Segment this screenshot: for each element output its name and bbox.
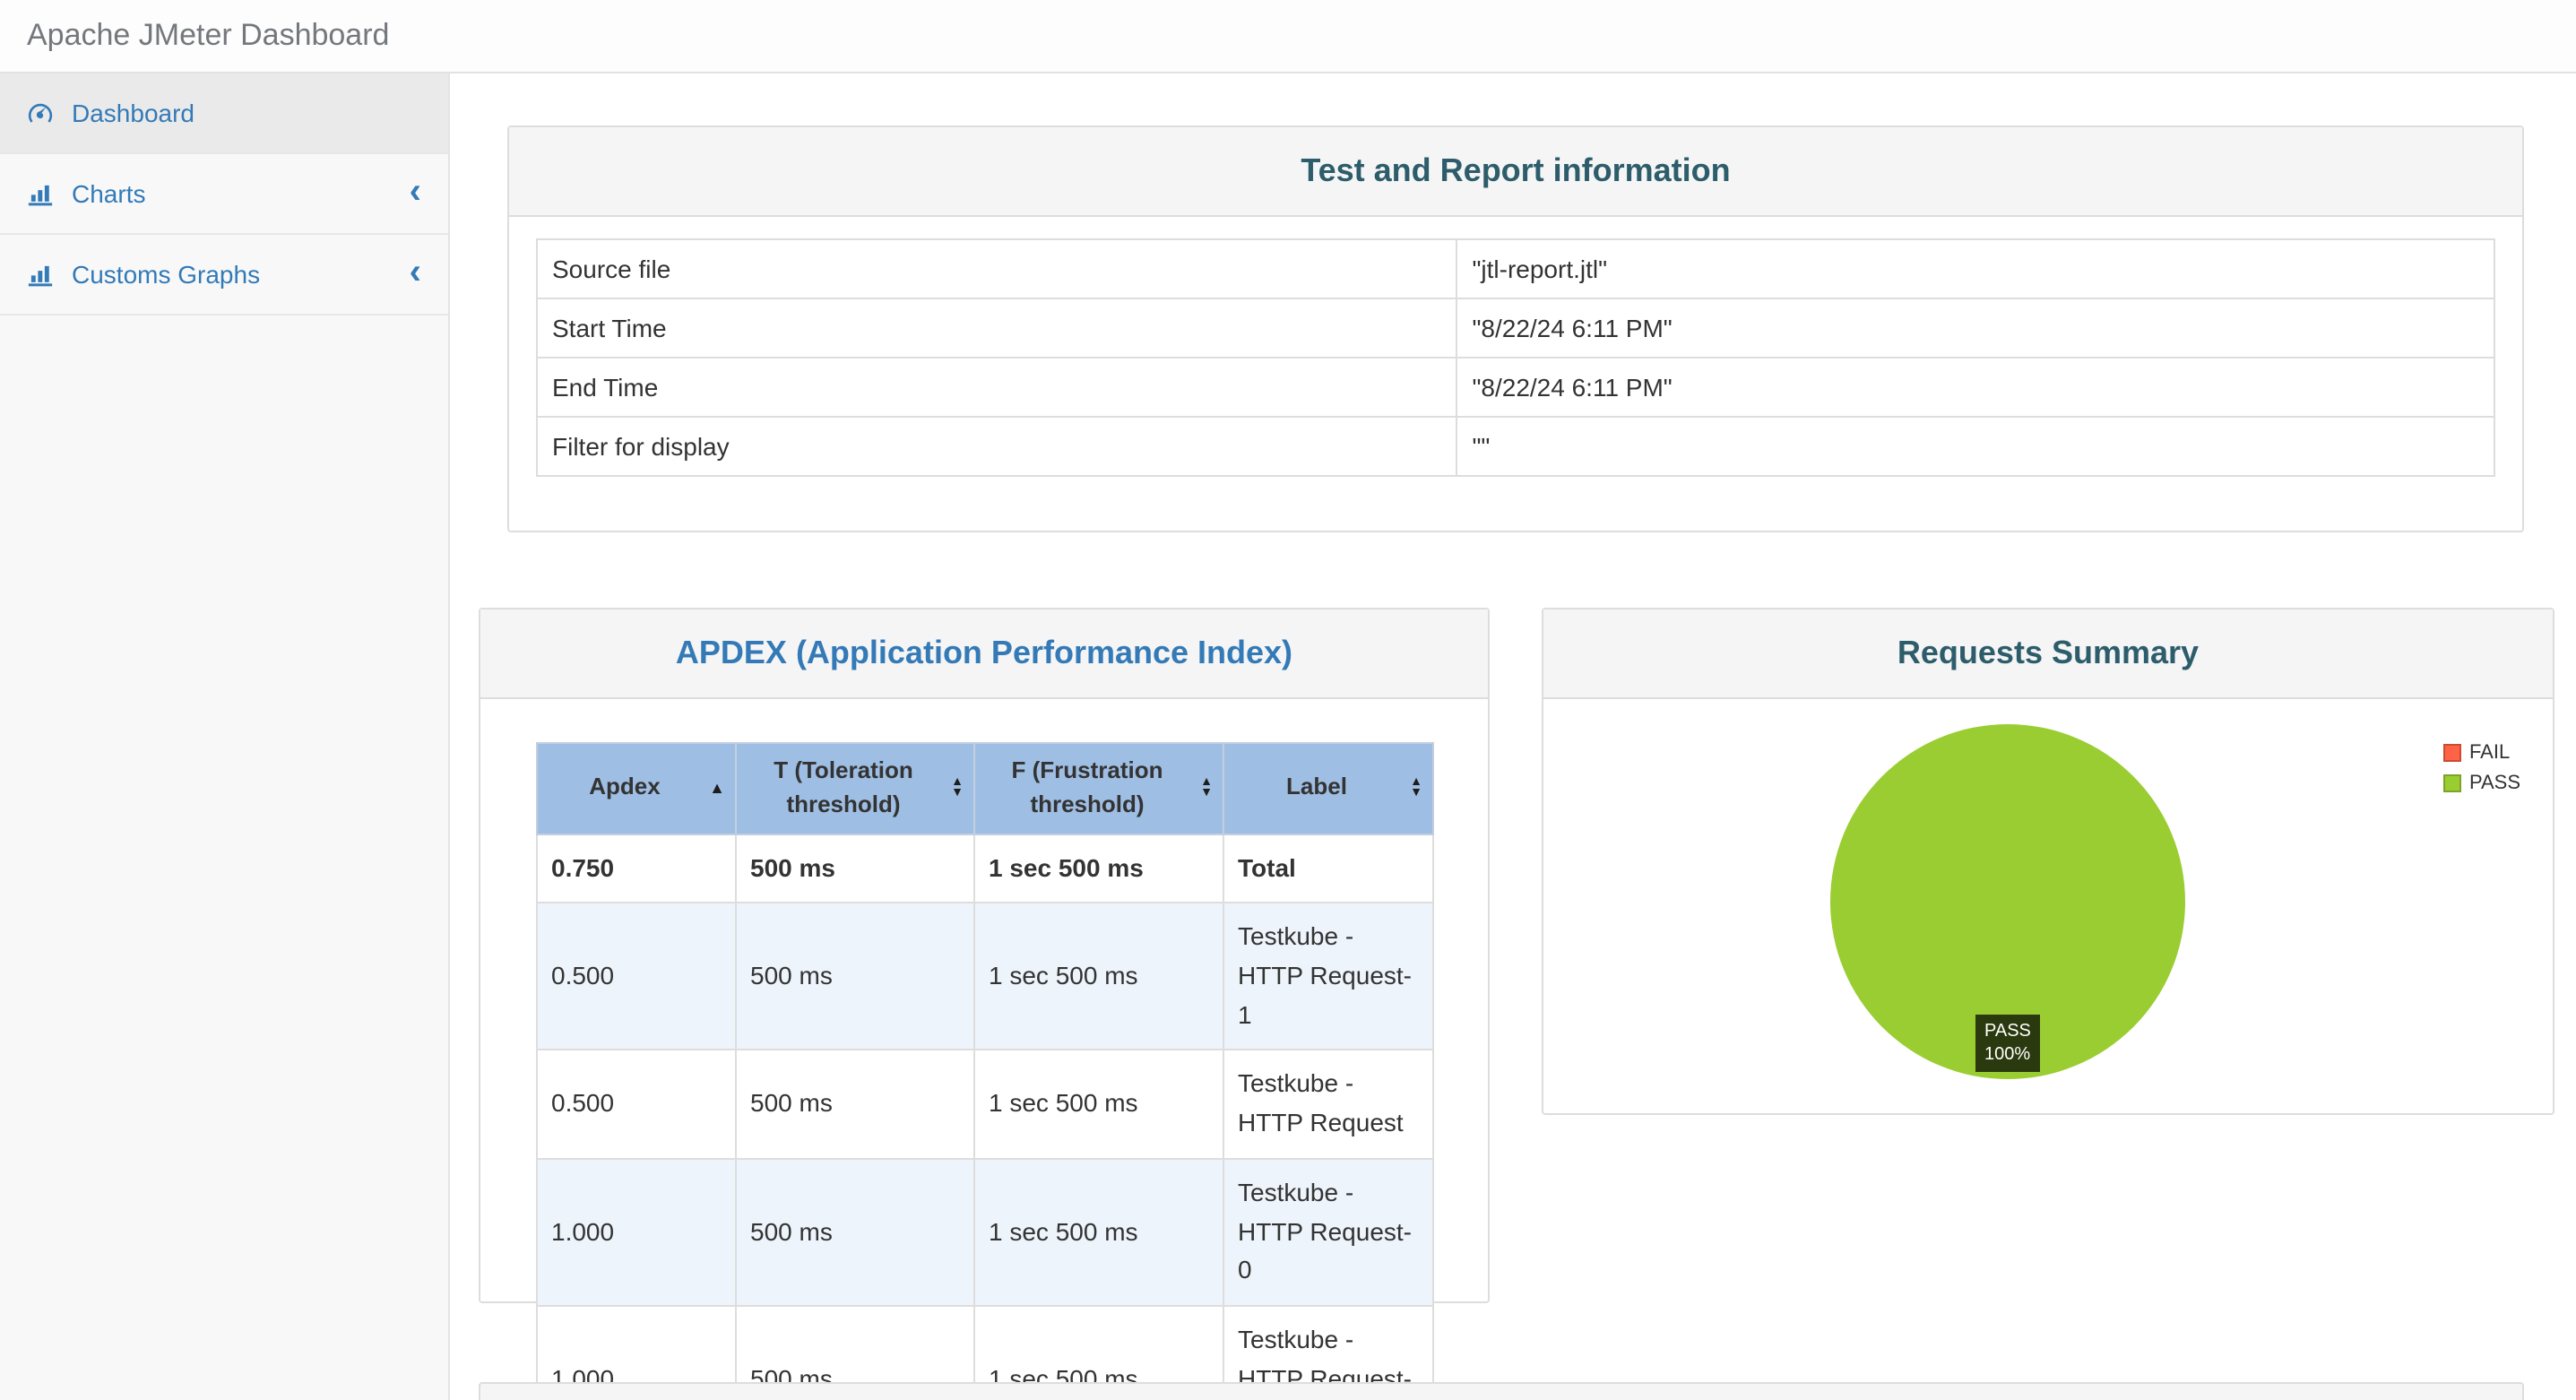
toleration-value: 500 ms	[734, 1157, 974, 1307]
frustration-value: 1 sec 500 ms	[972, 1157, 1223, 1307]
sort-ascending-icon: ▲	[709, 778, 725, 797]
bar-chart-icon	[27, 180, 63, 207]
bar-chart-icon	[27, 261, 63, 288]
apdex-panel: APDEX (Application Performance Index) Ap…	[479, 608, 1490, 1400]
apdex-body: Apdex ▲ T (Toleration threshold) ▲ ▼ F (F…	[480, 742, 1488, 1400]
toleration-value: 500 ms	[734, 833, 974, 904]
requests-summary-panel: Requests Summary FAIL PASS PASS 100%	[1542, 608, 2554, 1115]
label-value: Testkube - HTTP Request	[1222, 1049, 1433, 1160]
toleration-value: 500 ms	[734, 1049, 974, 1160]
pie-label-percent: 100%	[1984, 1045, 2031, 1065]
info-label: Source file	[535, 238, 1458, 299]
info-value: ""	[1456, 416, 2495, 477]
column-header-apdex[interactable]: Apdex ▲	[535, 742, 736, 835]
sidebar-item-label: Charts	[72, 179, 146, 208]
frustration-value: 1 sec 500 ms	[972, 833, 1223, 904]
main-content: Test and Report information Source file …	[450, 73, 2576, 1400]
pie-data-label: PASS 100%	[1975, 1015, 2040, 1072]
table-row: 1.000 500 ms 1 sec 500 ms Testkube - HTT…	[535, 1157, 1433, 1307]
table-row: 0.500 500 ms 1 sec 500 ms Testkube - HTT…	[535, 1049, 1433, 1160]
column-label: Label	[1286, 773, 1347, 800]
table-row-total: 0.750 500 ms 1 sec 500 ms Total	[535, 833, 1433, 904]
app-header: Apache JMeter Dashboard	[0, 0, 2576, 73]
info-value: "8/22/24 6:11 PM"	[1456, 298, 2495, 359]
sidebar-item-label: Dashboard	[72, 99, 194, 127]
sidebar-item-dashboard[interactable]: Dashboard	[0, 73, 448, 154]
dashboard-icon	[27, 99, 63, 126]
sidebar-item-charts[interactable]: Charts ‹	[0, 154, 448, 235]
column-header-label[interactable]: Label ▲ ▼	[1222, 742, 1433, 835]
apdex-value: 0.750	[535, 833, 736, 904]
sort-icon: ▲ ▼	[1410, 775, 1422, 799]
legend-item-fail: FAIL	[2443, 742, 2520, 764]
info-label: Filter for display	[535, 416, 1458, 477]
sidebar: Dashboard Charts ‹ Customs Graphs ‹	[0, 73, 450, 1400]
apdex-table: Apdex ▲ T (Toleration threshold) ▲ ▼ F (F…	[535, 742, 1433, 1400]
panel-title: Requests Summary	[1897, 635, 2200, 670]
column-label: Apdex	[589, 773, 661, 800]
chart-legend: FAIL PASS	[2443, 742, 2520, 803]
info-value: "jtl-report.jtl"	[1456, 238, 2495, 299]
toleration-value: 500 ms	[734, 902, 974, 1051]
legend-label: FAIL	[2468, 742, 2511, 764]
apdex-value: 0.500	[535, 1049, 736, 1160]
test-report-info-panel: Test and Report information Source file …	[507, 125, 2524, 532]
pass-color-swatch	[2443, 774, 2462, 792]
label-value: Testkube - HTTP Request-1	[1222, 902, 1433, 1051]
column-header-toleration[interactable]: T (Toleration threshold) ▲ ▼	[734, 742, 974, 835]
column-label: T (Toleration threshold)	[774, 756, 913, 817]
sort-icon: ▲ ▼	[951, 775, 964, 799]
page: Apache JMeter Dashboard Dashboard Charts…	[0, 0, 2576, 1400]
info-value: "8/22/24 6:11 PM"	[1456, 357, 2495, 418]
page-title: Apache JMeter Dashboard	[27, 18, 390, 52]
frustration-value: 1 sec 500 ms	[972, 1049, 1223, 1160]
sidebar-item-customs-graphs[interactable]: Customs Graphs ‹	[0, 235, 448, 315]
pie-label-series: PASS	[1984, 1022, 2031, 1041]
table-row: Start Time "8/22/24 6:11 PM"	[535, 298, 2495, 359]
fail-color-swatch	[2443, 744, 2462, 762]
table-row: Source file "jtl-report.jtl"	[535, 238, 2495, 299]
column-label: F (Frustration threshold)	[1011, 756, 1163, 817]
apdex-heading: APDEX (Application Performance Index)	[480, 609, 1488, 699]
info-label: Start Time	[535, 298, 1458, 359]
next-panel-partial	[479, 1382, 2524, 1400]
table-row: Filter for display ""	[535, 416, 2495, 477]
apdex-value: 0.500	[535, 902, 736, 1051]
table-row: 0.500 500 ms 1 sec 500 ms Testkube - HTT…	[535, 902, 1433, 1051]
legend-item-pass: PASS	[2443, 773, 2520, 794]
chevron-left-icon: ‹	[409, 252, 421, 291]
table-row: End Time "8/22/24 6:11 PM"	[535, 357, 2495, 418]
chevron-left-icon: ‹	[409, 171, 421, 211]
sort-icon: ▲ ▼	[1200, 775, 1213, 799]
requests-summary-heading: Requests Summary	[1543, 609, 2553, 699]
apdex-title-link[interactable]: APDEX (Application Performance Index)	[498, 635, 1470, 672]
test-report-info-heading: Test and Report information	[509, 127, 2522, 217]
sidebar-item-label: Customs Graphs	[72, 260, 261, 289]
test-info-table: Source file "jtl-report.jtl" Start Time …	[535, 238, 2495, 477]
legend-label: PASS	[2468, 773, 2520, 794]
info-label: End Time	[535, 357, 1458, 418]
frustration-value: 1 sec 500 ms	[972, 902, 1223, 1051]
table-header-row: Apdex ▲ T (Toleration threshold) ▲ ▼ F (F…	[535, 742, 1433, 835]
panel-title: Test and Report information	[1301, 152, 1731, 188]
test-report-info-body: Source file "jtl-report.jtl" Start Time …	[509, 217, 2522, 498]
column-header-frustration[interactable]: F (Frustration threshold) ▲ ▼	[972, 742, 1223, 835]
apdex-value: 1.000	[535, 1157, 736, 1307]
label-value: Testkube - HTTP Request-0	[1222, 1157, 1433, 1307]
label-value: Total	[1222, 833, 1433, 904]
requests-summary-pie-chart: FAIL PASS PASS 100%	[1543, 699, 2553, 1108]
